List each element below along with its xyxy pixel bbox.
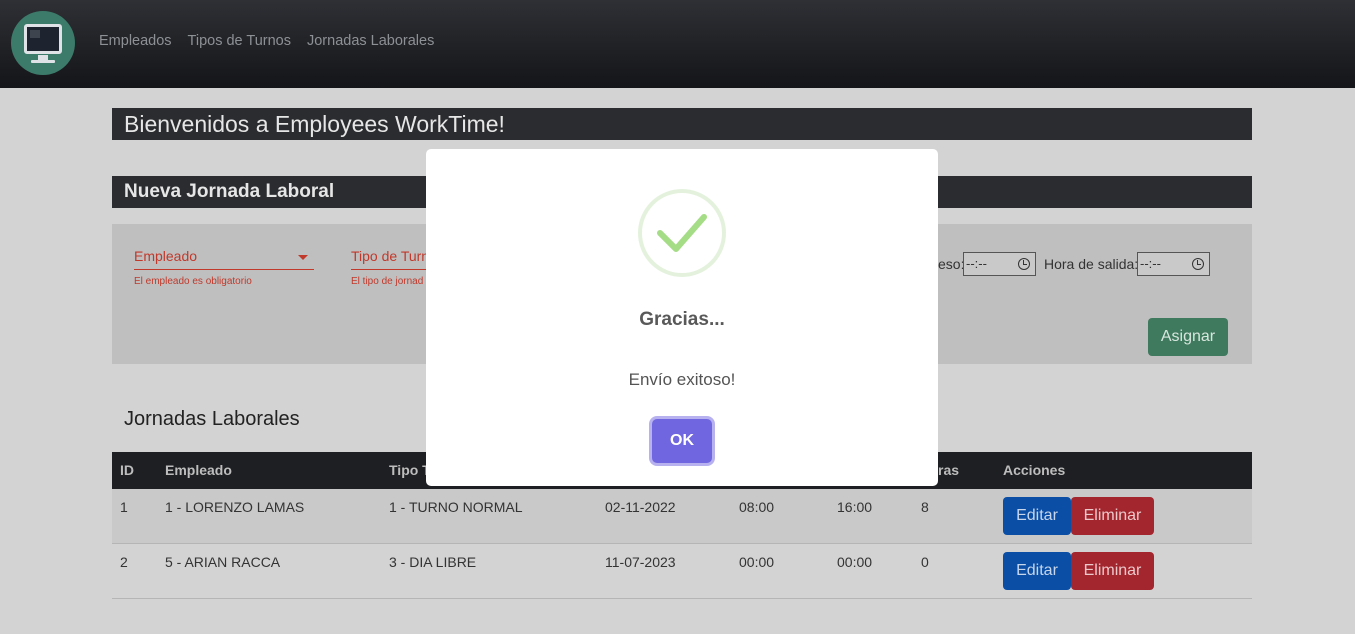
cell-fecha: 11-07-2023 bbox=[605, 554, 676, 570]
hora-ingreso-input[interactable]: --:-- bbox=[963, 252, 1036, 276]
cell-horas: 0 bbox=[921, 554, 929, 570]
cell-empleado: 1 - LORENZO LAMAS bbox=[165, 499, 305, 515]
empleado-error: El empleado es obligatorio bbox=[134, 276, 252, 287]
dialog-message: Envío exitoso! bbox=[628, 370, 736, 389]
welcome-banner: Bienvenidos a Employees WorkTime! bbox=[112, 108, 1252, 140]
cell-salida: 00:00 bbox=[837, 554, 873, 570]
success-dialog: Gracias... Envío exitoso! OK bbox=[426, 149, 938, 486]
computer-logo-icon[interactable] bbox=[11, 11, 75, 75]
cell-salida: 16:00 bbox=[837, 499, 873, 515]
empleado-select[interactable]: Empleado bbox=[134, 248, 314, 270]
header-empleado: Empleado bbox=[165, 462, 232, 478]
edit-button[interactable]: Editar bbox=[1003, 497, 1071, 535]
edit-button[interactable]: Editar bbox=[1003, 552, 1071, 590]
tipo-turno-error: El tipo de jornad bbox=[351, 276, 424, 287]
clock-icon[interactable] bbox=[1018, 258, 1030, 270]
cell-empleado: 5 - ARIAN RACCA bbox=[165, 554, 281, 570]
delete-button[interactable]: Eliminar bbox=[1071, 497, 1154, 535]
dialog-title: Gracias... bbox=[639, 309, 725, 330]
cell-tipo: 1 - TURNO NORMAL bbox=[389, 499, 523, 515]
cell-id: 2 bbox=[120, 554, 128, 570]
clock-icon[interactable] bbox=[1192, 258, 1204, 270]
nav-links: Empleados Tipos de Turnos Jornadas Labor… bbox=[99, 33, 434, 49]
hora-ingreso-value: --:-- bbox=[966, 256, 987, 271]
hora-ingreso-label: eso: bbox=[938, 256, 965, 272]
cell-id: 1 bbox=[120, 499, 128, 515]
hora-salida-value: --:-- bbox=[1140, 256, 1161, 271]
chevron-down-icon bbox=[298, 255, 308, 260]
table-row: 2 5 - ARIAN RACCA 3 - DIA LIBRE 11-07-20… bbox=[112, 544, 1252, 599]
header-id: ID bbox=[120, 462, 134, 478]
cell-ingreso: 00:00 bbox=[739, 554, 775, 570]
empleado-select-label: Empleado bbox=[134, 248, 198, 264]
cell-horas: 8 bbox=[921, 499, 929, 515]
table-row: 1 1 - LORENZO LAMAS 1 - TURNO NORMAL 02-… bbox=[112, 489, 1252, 544]
success-check-icon bbox=[638, 189, 726, 277]
cell-tipo: 3 - DIA LIBRE bbox=[389, 554, 477, 570]
header-tipo: Tipo T bbox=[389, 462, 431, 478]
cell-fecha: 02-11-2022 bbox=[605, 499, 676, 515]
nav-link-empleados[interactable]: Empleados bbox=[99, 33, 172, 49]
hora-salida-input[interactable]: --:-- bbox=[1137, 252, 1210, 276]
header-acciones: Acciones bbox=[1003, 462, 1066, 478]
ok-button[interactable]: OK bbox=[652, 419, 712, 463]
asignar-button[interactable]: Asignar bbox=[1148, 318, 1228, 356]
delete-button[interactable]: Eliminar bbox=[1071, 552, 1154, 590]
tipo-turno-select-label: Tipo de Turn bbox=[351, 248, 430, 264]
cell-ingreso: 08:00 bbox=[739, 499, 775, 515]
nav-link-jornadas-laborales[interactable]: Jornadas Laborales bbox=[307, 33, 434, 49]
nav-link-tipos-de-turnos[interactable]: Tipos de Turnos bbox=[188, 33, 291, 49]
jornadas-section-title: Jornadas Laborales bbox=[124, 408, 300, 430]
hora-salida-label: Hora de salida: bbox=[1044, 256, 1139, 272]
navbar: Empleados Tipos de Turnos Jornadas Labor… bbox=[0, 0, 1355, 88]
header-horas: ras bbox=[938, 462, 960, 478]
